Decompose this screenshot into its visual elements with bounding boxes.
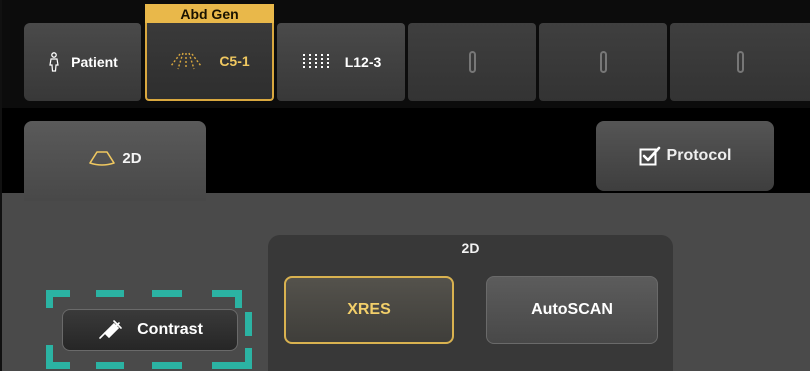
tab-2d[interactable]: 2D — [24, 121, 206, 201]
highlight-dash — [245, 348, 252, 369]
contrast-button[interactable]: Contrast — [62, 309, 238, 351]
convex-probe-icon — [170, 52, 202, 70]
xres-label: XRES — [347, 301, 391, 318]
highlight-dash — [235, 290, 242, 308]
active-preset-label: Abd Gen — [145, 4, 274, 23]
probe-l12-3-button[interactable]: L12-3 — [277, 23, 405, 101]
xres-button[interactable]: XRES — [284, 276, 454, 344]
checkbox-checked-icon — [639, 146, 660, 166]
highlight-dash — [96, 290, 124, 297]
syringe-icon — [99, 320, 122, 339]
sector-scan-icon — [89, 151, 116, 166]
linear-probe-icon — [302, 54, 329, 70]
highlight-dash — [46, 362, 70, 369]
patient-button[interactable]: Patient — [24, 23, 141, 101]
empty-probe-slot[interactable] — [670, 23, 810, 101]
tab-2d-label: 2D — [122, 149, 142, 167]
tab-protocol[interactable]: Protocol — [596, 121, 774, 191]
highlight-dash — [46, 290, 53, 308]
empty-probe-icon — [599, 51, 607, 73]
left-edge-divider — [0, 0, 2, 371]
highlight-dash — [152, 290, 182, 297]
empty-probe-icon — [468, 51, 476, 73]
probe-c5-1-button[interactable]: C5-1 — [145, 23, 274, 101]
autoscan-button[interactable]: AutoSCAN — [486, 276, 658, 344]
highlight-dash — [245, 312, 252, 336]
contrast-label: Contrast — [137, 321, 203, 338]
highlight-dash — [96, 362, 124, 369]
patient-label: Patient — [71, 54, 118, 70]
probe-c5-1-label: C5-1 — [219, 53, 250, 69]
patient-icon — [49, 52, 59, 72]
highlight-dash — [152, 362, 182, 369]
tab-protocol-label: Protocol — [666, 147, 732, 164]
empty-probe-slot[interactable] — [539, 23, 667, 101]
probe-l12-3-label: L12-3 — [344, 54, 382, 70]
empty-probe-slot[interactable] — [408, 23, 536, 101]
empty-probe-icon — [736, 51, 744, 73]
autoscan-label: AutoSCAN — [531, 301, 613, 318]
group-title: 2D — [461, 240, 480, 256]
